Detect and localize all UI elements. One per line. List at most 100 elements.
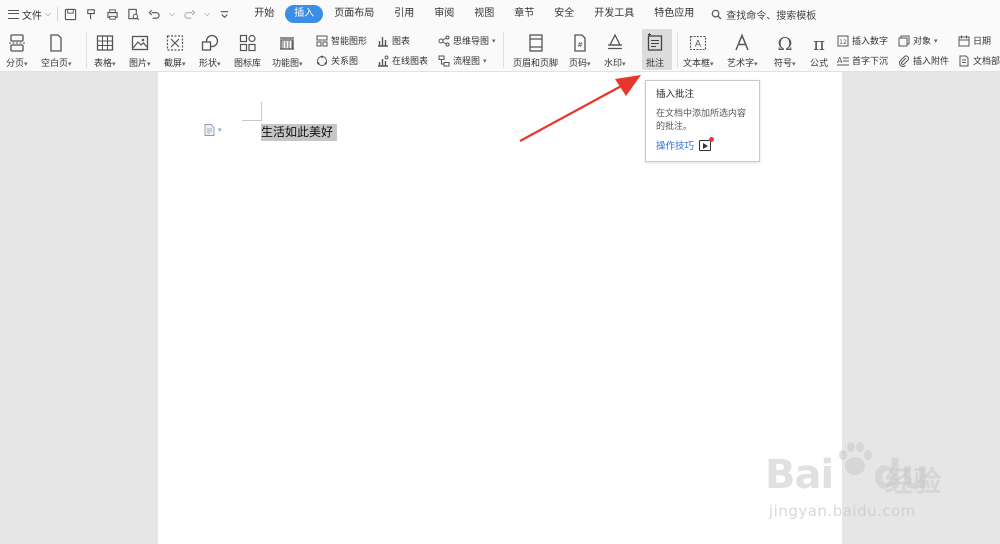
separator bbox=[677, 32, 678, 68]
screenshot-button[interactable]: 截屏▾ bbox=[164, 31, 186, 69]
tab-view[interactable]: 视图 bbox=[465, 5, 503, 23]
online-chart-icon bbox=[378, 55, 389, 67]
tab-references[interactable]: 引用 bbox=[385, 5, 423, 23]
page-number-icon: # bbox=[574, 34, 586, 52]
shapes-icon bbox=[201, 34, 218, 51]
insert-number-button[interactable]: 12 插入数字 bbox=[837, 34, 888, 47]
search-icon bbox=[711, 9, 722, 19]
undo-icon[interactable] bbox=[148, 8, 161, 20]
svg-text:A: A bbox=[837, 56, 843, 65]
picture-button[interactable]: 图片▾ bbox=[129, 31, 151, 69]
print-preview-icon[interactable] bbox=[127, 8, 140, 20]
date-button[interactable]: 日期 bbox=[958, 34, 991, 47]
online-chart-button[interactable]: 在线图表 bbox=[377, 54, 428, 67]
relationship-chart-label: 关系图 bbox=[331, 57, 359, 67]
baidu-jingyan-watermark: Bai du 经验 jingyan.baidu.com bbox=[765, 430, 995, 530]
shapes-button[interactable]: 形状▾ bbox=[199, 31, 221, 69]
selected-document-text[interactable]: 生活如此美好 bbox=[261, 124, 338, 141]
date-label: 日期 bbox=[973, 37, 992, 47]
tab-page-layout[interactable]: 页面布局 bbox=[325, 5, 383, 23]
format-painter-icon[interactable] bbox=[85, 8, 98, 20]
textbox-icon: A bbox=[690, 35, 707, 51]
insert-number-label: 插入数字 bbox=[852, 37, 889, 47]
smart-art-icon bbox=[316, 35, 328, 46]
mind-map-button[interactable]: 思维导图 ▾ bbox=[438, 34, 496, 47]
scissors-icon bbox=[166, 35, 183, 51]
object-button[interactable]: 对象 ▾ bbox=[898, 34, 938, 47]
watermark-button[interactable]: 水印▾ bbox=[604, 31, 626, 69]
table-button[interactable]: 表格▾ bbox=[94, 31, 116, 69]
tab-section[interactable]: 章节 bbox=[505, 5, 543, 23]
wordart-button[interactable]: 艺术字▾ bbox=[727, 31, 758, 69]
tips-link[interactable]: 操作技巧 bbox=[656, 136, 749, 152]
command-search[interactable]: 查找命令、搜索模板 bbox=[711, 7, 816, 22]
smart-art-label: 智能图形 bbox=[331, 37, 368, 47]
icon-library-icon bbox=[239, 34, 256, 52]
separator bbox=[86, 32, 87, 68]
hamburger-icon bbox=[8, 9, 19, 19]
flowchart-icon bbox=[438, 55, 450, 66]
watermark-url: jingyan.baidu.com bbox=[769, 502, 916, 520]
chart-button[interactable]: 图表 bbox=[377, 34, 410, 47]
function-chart-button[interactable]: 功能图▾ bbox=[272, 31, 303, 69]
relationship-chart-button[interactable]: 关系图 bbox=[316, 54, 358, 67]
symbol-button[interactable]: Ω 符号▾ bbox=[774, 31, 796, 69]
paperclip-icon bbox=[898, 55, 909, 67]
blank-page-button[interactable]: 空白页▾ bbox=[41, 31, 72, 69]
blank-page-icon bbox=[50, 34, 62, 52]
print-icon[interactable] bbox=[106, 8, 119, 20]
redo-icon[interactable] bbox=[183, 8, 196, 20]
quick-access-toolbar: ⌵ ⌵ bbox=[64, 8, 231, 20]
customize-icon[interactable] bbox=[218, 8, 231, 20]
insert-attachment-label: 插入附件 bbox=[913, 57, 950, 67]
document-parts-button[interactable]: 文档部 bbox=[958, 54, 1000, 67]
header-footer-button[interactable]: 页眉和页脚 bbox=[513, 31, 558, 69]
insert-number-icon: 12 bbox=[837, 35, 849, 46]
video-icon bbox=[699, 136, 715, 151]
ribbon-tabs: 开始 插入 页面布局 引用 审阅 视图 章节 安全 开发工具 特色应用 bbox=[245, 5, 705, 23]
table-icon bbox=[96, 35, 113, 51]
document-parts-label: 文档部 bbox=[973, 57, 1000, 67]
bar-chart-icon bbox=[378, 36, 388, 47]
icon-library-label: 图标库 bbox=[234, 59, 262, 69]
margin-corner-mark bbox=[242, 120, 262, 121]
tab-review[interactable]: 审阅 bbox=[425, 5, 463, 23]
comment-tooltip: 插入批注 在文档中添加所选内容的批注。 操作技巧 bbox=[645, 80, 760, 162]
svg-text:π: π bbox=[813, 34, 825, 53]
icon-library-button[interactable]: 图标库 bbox=[234, 31, 261, 69]
comment-button[interactable]: 批注 bbox=[645, 31, 665, 69]
wordart-icon bbox=[735, 33, 749, 51]
insert-attachment-button[interactable]: 插入附件 bbox=[898, 54, 949, 67]
tab-home[interactable]: 开始 bbox=[245, 5, 283, 23]
tab-insert[interactable]: 插入 bbox=[285, 5, 324, 23]
pi-icon: π bbox=[813, 34, 825, 53]
drop-cap-button[interactable]: A 首字下沉 bbox=[837, 54, 888, 67]
formula-button[interactable]: π 公式 bbox=[809, 31, 829, 69]
separator bbox=[57, 7, 59, 21]
tab-special[interactable]: 特色应用 bbox=[645, 5, 703, 23]
chevron-down-icon[interactable]: ⌵ bbox=[204, 9, 210, 19]
drop-cap-label: 首字下沉 bbox=[852, 57, 889, 67]
page-break-button[interactable]: 分页▾ bbox=[6, 31, 28, 69]
document-parts-icon bbox=[959, 55, 969, 66]
watermark-icon bbox=[607, 33, 622, 50]
tab-security[interactable]: 安全 bbox=[545, 5, 583, 23]
page-number-button[interactable]: # 页码▾ bbox=[569, 31, 591, 69]
save-icon[interactable] bbox=[64, 8, 77, 20]
file-menu[interactable]: 文件 ⌵ bbox=[0, 0, 51, 28]
screenshot-label: 截屏 bbox=[164, 59, 183, 69]
comment-icon bbox=[647, 33, 663, 51]
tooltip-description: 在文档中添加所选内容的批注。 bbox=[656, 109, 747, 132]
paragraph-layout-handle[interactable]: ▾ bbox=[204, 124, 222, 136]
tooltip-title: 插入批注 bbox=[656, 89, 695, 100]
object-icon bbox=[898, 35, 910, 46]
flowchart-button[interactable]: 流程图 ▾ bbox=[438, 54, 487, 67]
tab-developer[interactable]: 开发工具 bbox=[585, 5, 643, 23]
watermark-cn: 经验 bbox=[885, 465, 942, 498]
file-menu-label: 文件 bbox=[22, 10, 42, 22]
textbox-button[interactable]: A 文本框▾ bbox=[683, 31, 714, 69]
chevron-down-icon: ⌵ bbox=[45, 9, 52, 18]
chevron-down-icon[interactable]: ⌵ bbox=[169, 9, 175, 19]
smart-art-button[interactable]: 智能图形 bbox=[316, 34, 367, 47]
picture-label: 图片 bbox=[129, 59, 148, 69]
